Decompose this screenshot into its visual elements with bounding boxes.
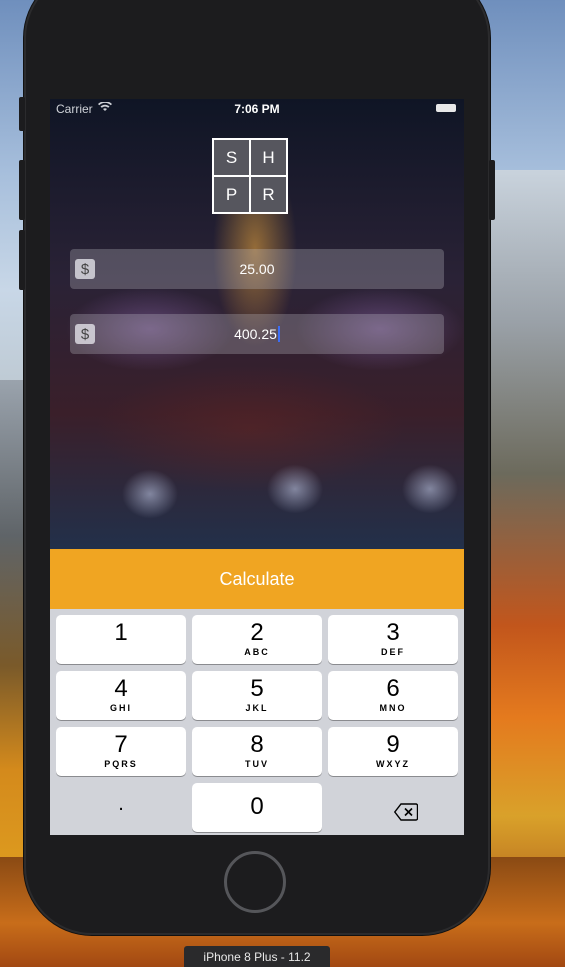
- key-7[interactable]: 7 PQRS: [56, 727, 186, 776]
- key-digit: 2: [250, 619, 264, 646]
- backspace-icon[interactable]: [393, 803, 419, 826]
- status-time: 7:06 PM: [234, 102, 280, 116]
- app-screen: Carrier 7:06 PM S H P R $ 25.00 $ 400.25…: [50, 99, 464, 835]
- key-digit: 3: [386, 619, 400, 646]
- key-digit: 9: [386, 731, 400, 758]
- volume-down-button: [19, 230, 25, 290]
- battery-icon: [436, 104, 456, 112]
- shpr-logo: S H P R: [212, 138, 288, 214]
- key-1[interactable]: 1: [56, 615, 186, 664]
- key-letters: TUV: [245, 759, 269, 769]
- key-9[interactable]: 9 WXYZ: [328, 727, 458, 776]
- key-2[interactable]: 2 ABC: [192, 615, 322, 664]
- logo-letter: H: [251, 140, 286, 175]
- numeric-keypad: 1 2 ABC 3 DEF 4 GHI 5 JKL 6 MNO 7 PQRS 8 TUV 9W…: [50, 609, 464, 835]
- key-0[interactable]: 0: [192, 783, 322, 832]
- volume-up-button: [19, 160, 25, 220]
- key-digit: 5: [250, 675, 264, 702]
- key-letters: GHI: [109, 703, 132, 713]
- logo-letter: R: [251, 177, 286, 212]
- key-letters: JKL: [245, 703, 269, 713]
- tip-amount-value-wrap: 400.25: [70, 326, 444, 342]
- key-digit: .: [118, 793, 124, 815]
- key-digit: 0: [250, 793, 264, 820]
- logo-letter: S: [214, 140, 249, 175]
- key-5[interactable]: 5 JKL: [192, 671, 322, 720]
- key-digit: 1: [114, 619, 128, 646]
- key-digit: 7: [114, 731, 128, 758]
- home-button[interactable]: [224, 851, 286, 913]
- text-cursor: [277, 326, 280, 342]
- key-letters: PQRS: [104, 759, 138, 769]
- power-button: [489, 160, 495, 220]
- key-digit: 8: [250, 731, 264, 758]
- bill-amount-value: 25.00: [239, 261, 275, 277]
- key-3[interactable]: 3 DEF: [328, 615, 458, 664]
- key-letters: MNO: [379, 703, 407, 713]
- tip-amount-field[interactable]: $ 400.25: [70, 314, 444, 354]
- key-letters: ABC: [244, 647, 270, 657]
- key-letters: DEF: [381, 647, 405, 657]
- key-digit: 4: [114, 675, 128, 702]
- logo-letter: P: [214, 177, 249, 212]
- key-decimal[interactable]: .: [56, 783, 186, 832]
- status-bar: Carrier 7:06 PM: [50, 99, 464, 119]
- tip-amount-value: 400.25: [234, 326, 277, 342]
- mute-switch: [19, 97, 25, 131]
- calculate-button[interactable]: Calculate: [50, 549, 464, 609]
- simulator-device-label: iPhone 8 Plus - 11.2: [184, 946, 330, 967]
- key-4[interactable]: 4 GHI: [56, 671, 186, 720]
- key-8[interactable]: 8 TUV: [192, 727, 322, 776]
- bill-amount-field[interactable]: $ 25.00: [70, 249, 444, 289]
- key-6[interactable]: 6 MNO: [328, 671, 458, 720]
- key-letters: WXYZ: [376, 759, 410, 769]
- key-digit: 6: [386, 675, 400, 702]
